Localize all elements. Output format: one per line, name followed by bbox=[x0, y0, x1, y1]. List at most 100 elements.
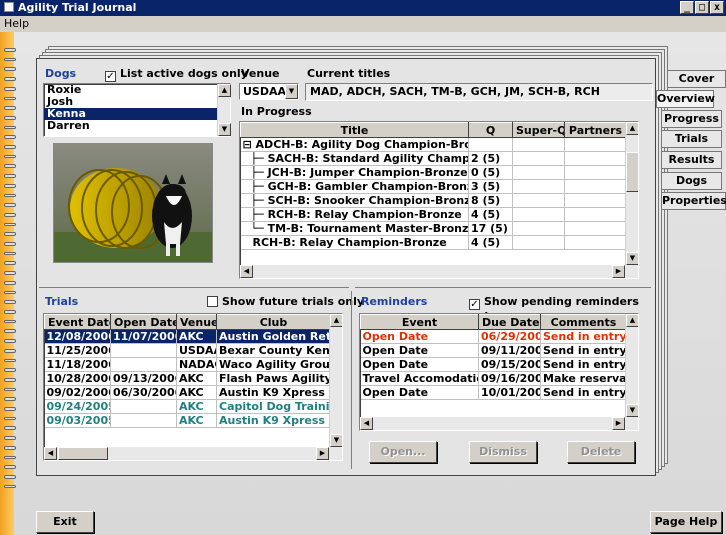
progress-row[interactable]: └─ TM-B: Tournament Master-Bronze 17 (5) bbox=[240, 221, 627, 236]
col-superq[interactable]: Super-Q bbox=[512, 122, 565, 138]
binder-ring bbox=[4, 135, 16, 140]
scroll-left-icon[interactable]: ◀ bbox=[240, 265, 253, 278]
tab-trials[interactable]: Trials bbox=[662, 130, 722, 148]
col-title[interactable]: Title bbox=[240, 122, 469, 138]
dog-photo bbox=[53, 143, 213, 263]
dismiss-reminder-button[interactable]: Dismiss bbox=[469, 441, 537, 463]
reminders-header: Event Due Date Comments bbox=[360, 314, 627, 330]
col-venue[interactable]: Venue bbox=[176, 314, 217, 330]
scroll-thumb[interactable] bbox=[58, 447, 108, 460]
maximize-button[interactable]: □ bbox=[695, 1, 709, 14]
tree-branch-icon[interactable]: ⊟ bbox=[243, 138, 256, 151]
progress-superq-cell bbox=[512, 221, 565, 236]
tab-dogs[interactable]: Dogs bbox=[662, 172, 722, 190]
progress-title-cell: ├─ SACH-B: Standard Agility Champion-Bro… bbox=[240, 151, 469, 166]
progress-title-text: RCH-B: Relay Champion-Bronze bbox=[252, 236, 447, 249]
open-reminder-button[interactable]: Open... bbox=[369, 441, 437, 463]
reminder-row[interactable]: Open Date10/01/2006Send in entry for bbox=[360, 385, 627, 400]
menu-help[interactable]: Help bbox=[4, 17, 29, 30]
minimize-button[interactable]: _ bbox=[680, 1, 694, 14]
binder-ring bbox=[4, 484, 16, 489]
trial-event-cell: 12/08/2006 bbox=[44, 329, 111, 344]
checkbox-box[interactable]: ✓ bbox=[469, 299, 480, 310]
col-event-date[interactable]: Event Date bbox=[44, 314, 111, 330]
trial-row[interactable]: 12/08/200611/07/2006AKCAustin Golden Ret… bbox=[44, 329, 331, 344]
close-button[interactable]: x bbox=[710, 1, 724, 14]
checkbox-box[interactable]: ✓ bbox=[105, 71, 116, 82]
chevron-down-icon[interactable]: ▼ bbox=[285, 84, 298, 99]
trial-event-cell: 09/03/2005 bbox=[44, 413, 111, 428]
col-due-date[interactable]: Due Date bbox=[478, 314, 541, 330]
exit-button[interactable]: Exit bbox=[36, 511, 94, 533]
scroll-down-icon[interactable]: ▼ bbox=[626, 404, 638, 417]
progress-row[interactable]: ├─ RCH-B: Relay Champion-Bronze 4 (5) bbox=[240, 207, 627, 222]
in-progress-hscroll[interactable]: ◀ ▶ bbox=[240, 265, 638, 278]
tree-branch-icon: └─ bbox=[250, 222, 268, 235]
venue-select[interactable]: USDAA ▼ bbox=[239, 83, 299, 100]
trial-row[interactable]: 09/03/2005 AKCAustin K9 Xpress Agility bbox=[44, 413, 331, 428]
progress-row[interactable]: RCH-B: Relay Champion-Bronze 4 (5) bbox=[240, 235, 627, 250]
delete-reminder-button[interactable]: Delete bbox=[567, 441, 635, 463]
scroll-up-icon[interactable]: ▲ bbox=[330, 314, 342, 327]
reminders-grid[interactable]: Event Due Date Comments Open Date 06/29/2… bbox=[359, 313, 639, 431]
scroll-down-icon[interactable]: ▼ bbox=[330, 434, 342, 447]
reminder-row[interactable]: Travel Accomodations09/16/2006Make reser… bbox=[360, 371, 627, 386]
trial-row[interactable]: 11/18/2006 NADACWaco Agility Group bbox=[44, 357, 331, 372]
tab-overview[interactable]: Overview bbox=[656, 90, 715, 108]
col-event[interactable]: Event bbox=[360, 314, 479, 330]
progress-row[interactable]: ├─ JCH-B: Jumper Champion-Bronze 0 (5) bbox=[240, 165, 627, 180]
trial-row[interactable]: 09/02/2006 06/30/2006 AKC Austin K9 Xpress … bbox=[44, 385, 331, 400]
page-help-button[interactable]: Page Help bbox=[650, 511, 722, 533]
scroll-left-icon[interactable]: ◀ bbox=[360, 417, 373, 430]
checkbox-box[interactable] bbox=[207, 296, 218, 307]
in-progress-vscroll[interactable]: ▲ ▼ bbox=[625, 122, 638, 265]
scroll-up-icon[interactable]: ▲ bbox=[626, 314, 638, 327]
progress-row[interactable]: ├─ SACH-B: Standard Agility Champion-Bro… bbox=[240, 151, 627, 166]
binder-ring bbox=[4, 416, 16, 421]
trials-grid[interactable]: Event Date Open Date Venue Club 12/08/20… bbox=[43, 313, 343, 461]
scroll-up-icon[interactable]: ▲ bbox=[218, 84, 231, 97]
col-open-date[interactable]: Open Date bbox=[110, 314, 177, 330]
binder-ring bbox=[4, 67, 16, 72]
trial-row[interactable]: 09/24/2005 AKCCapitol Dog Training Cl bbox=[44, 399, 331, 414]
reminder-row[interactable]: Open Date06/29/2006Send in entry for bbox=[360, 329, 627, 344]
reminders-hscroll[interactable]: ◀ ▶ bbox=[360, 417, 638, 430]
progress-row[interactable]: ⊟ ADCH-B: Agility Dog Champion-Bronze bbox=[240, 137, 627, 152]
binder-ring bbox=[4, 77, 16, 81]
tab-properties[interactable]: Properties bbox=[662, 192, 726, 210]
trials-vscroll[interactable]: ▲ ▼ bbox=[329, 314, 342, 447]
dog-list-item[interactable]: Darren bbox=[44, 120, 230, 132]
trial-row[interactable]: 10/28/2006 09/13/2006 AKC Flash Paws Agilit… bbox=[44, 371, 331, 386]
binder-ring bbox=[4, 465, 16, 469]
list-active-dogs-checkbox[interactable]: ✓ List active dogs only bbox=[105, 67, 248, 82]
tab-progress[interactable]: Progress bbox=[662, 110, 722, 128]
reminder-row[interactable]: Open Date09/11/2006Send in entry for bbox=[360, 343, 627, 358]
reminder-row[interactable]: Open Date09/15/2006Send in entry for bbox=[360, 357, 627, 372]
progress-row[interactable]: ├─ SCH-B: Snooker Champion-Bronze 8 (5) bbox=[240, 193, 627, 208]
col-club[interactable]: Club bbox=[216, 314, 331, 330]
tab-cover[interactable]: Cover bbox=[668, 70, 726, 88]
in-progress-grid[interactable]: Title Q Super-Q Partners ⊟ ADCH-B: Agili… bbox=[239, 121, 639, 279]
dogs-list[interactable]: Roxie Josh Kenna Darren ▲ ▼ bbox=[43, 83, 231, 137]
tab-results[interactable]: Results bbox=[662, 151, 722, 169]
show-future-trials-checkbox[interactable]: Show future trials only bbox=[207, 295, 364, 308]
trial-row[interactable]: 11/25/2006 USDAABexar County Kennel C bbox=[44, 343, 331, 358]
scroll-right-icon[interactable]: ▶ bbox=[612, 265, 625, 278]
col-comments[interactable]: Comments bbox=[540, 314, 627, 330]
scroll-down-icon[interactable]: ▼ bbox=[626, 252, 638, 265]
scroll-thumb[interactable] bbox=[626, 152, 638, 192]
trial-club-cell: Bexar County Kennel C bbox=[216, 343, 331, 358]
scroll-down-icon[interactable]: ▼ bbox=[218, 123, 231, 136]
col-partners[interactable]: Partners bbox=[564, 122, 627, 138]
reminders-vscroll[interactable]: ▲ ▼ bbox=[625, 314, 638, 417]
trials-title: Trials bbox=[45, 295, 79, 308]
scroll-right-icon[interactable]: ▶ bbox=[612, 417, 625, 430]
scroll-up-icon[interactable]: ▲ bbox=[626, 122, 638, 135]
scroll-right-icon[interactable]: ▶ bbox=[316, 447, 329, 460]
dogs-list-scrollbar[interactable]: ▲ ▼ bbox=[217, 84, 231, 136]
trials-hscroll[interactable]: ◀ ▶ bbox=[44, 447, 342, 460]
scroll-left-icon[interactable]: ◀ bbox=[44, 447, 57, 460]
progress-partners-cell bbox=[564, 179, 627, 194]
col-q[interactable]: Q bbox=[468, 122, 513, 138]
progress-row[interactable]: ├─ GCH-B: Gambler Champion-Bronze 3 (5) bbox=[240, 179, 627, 194]
